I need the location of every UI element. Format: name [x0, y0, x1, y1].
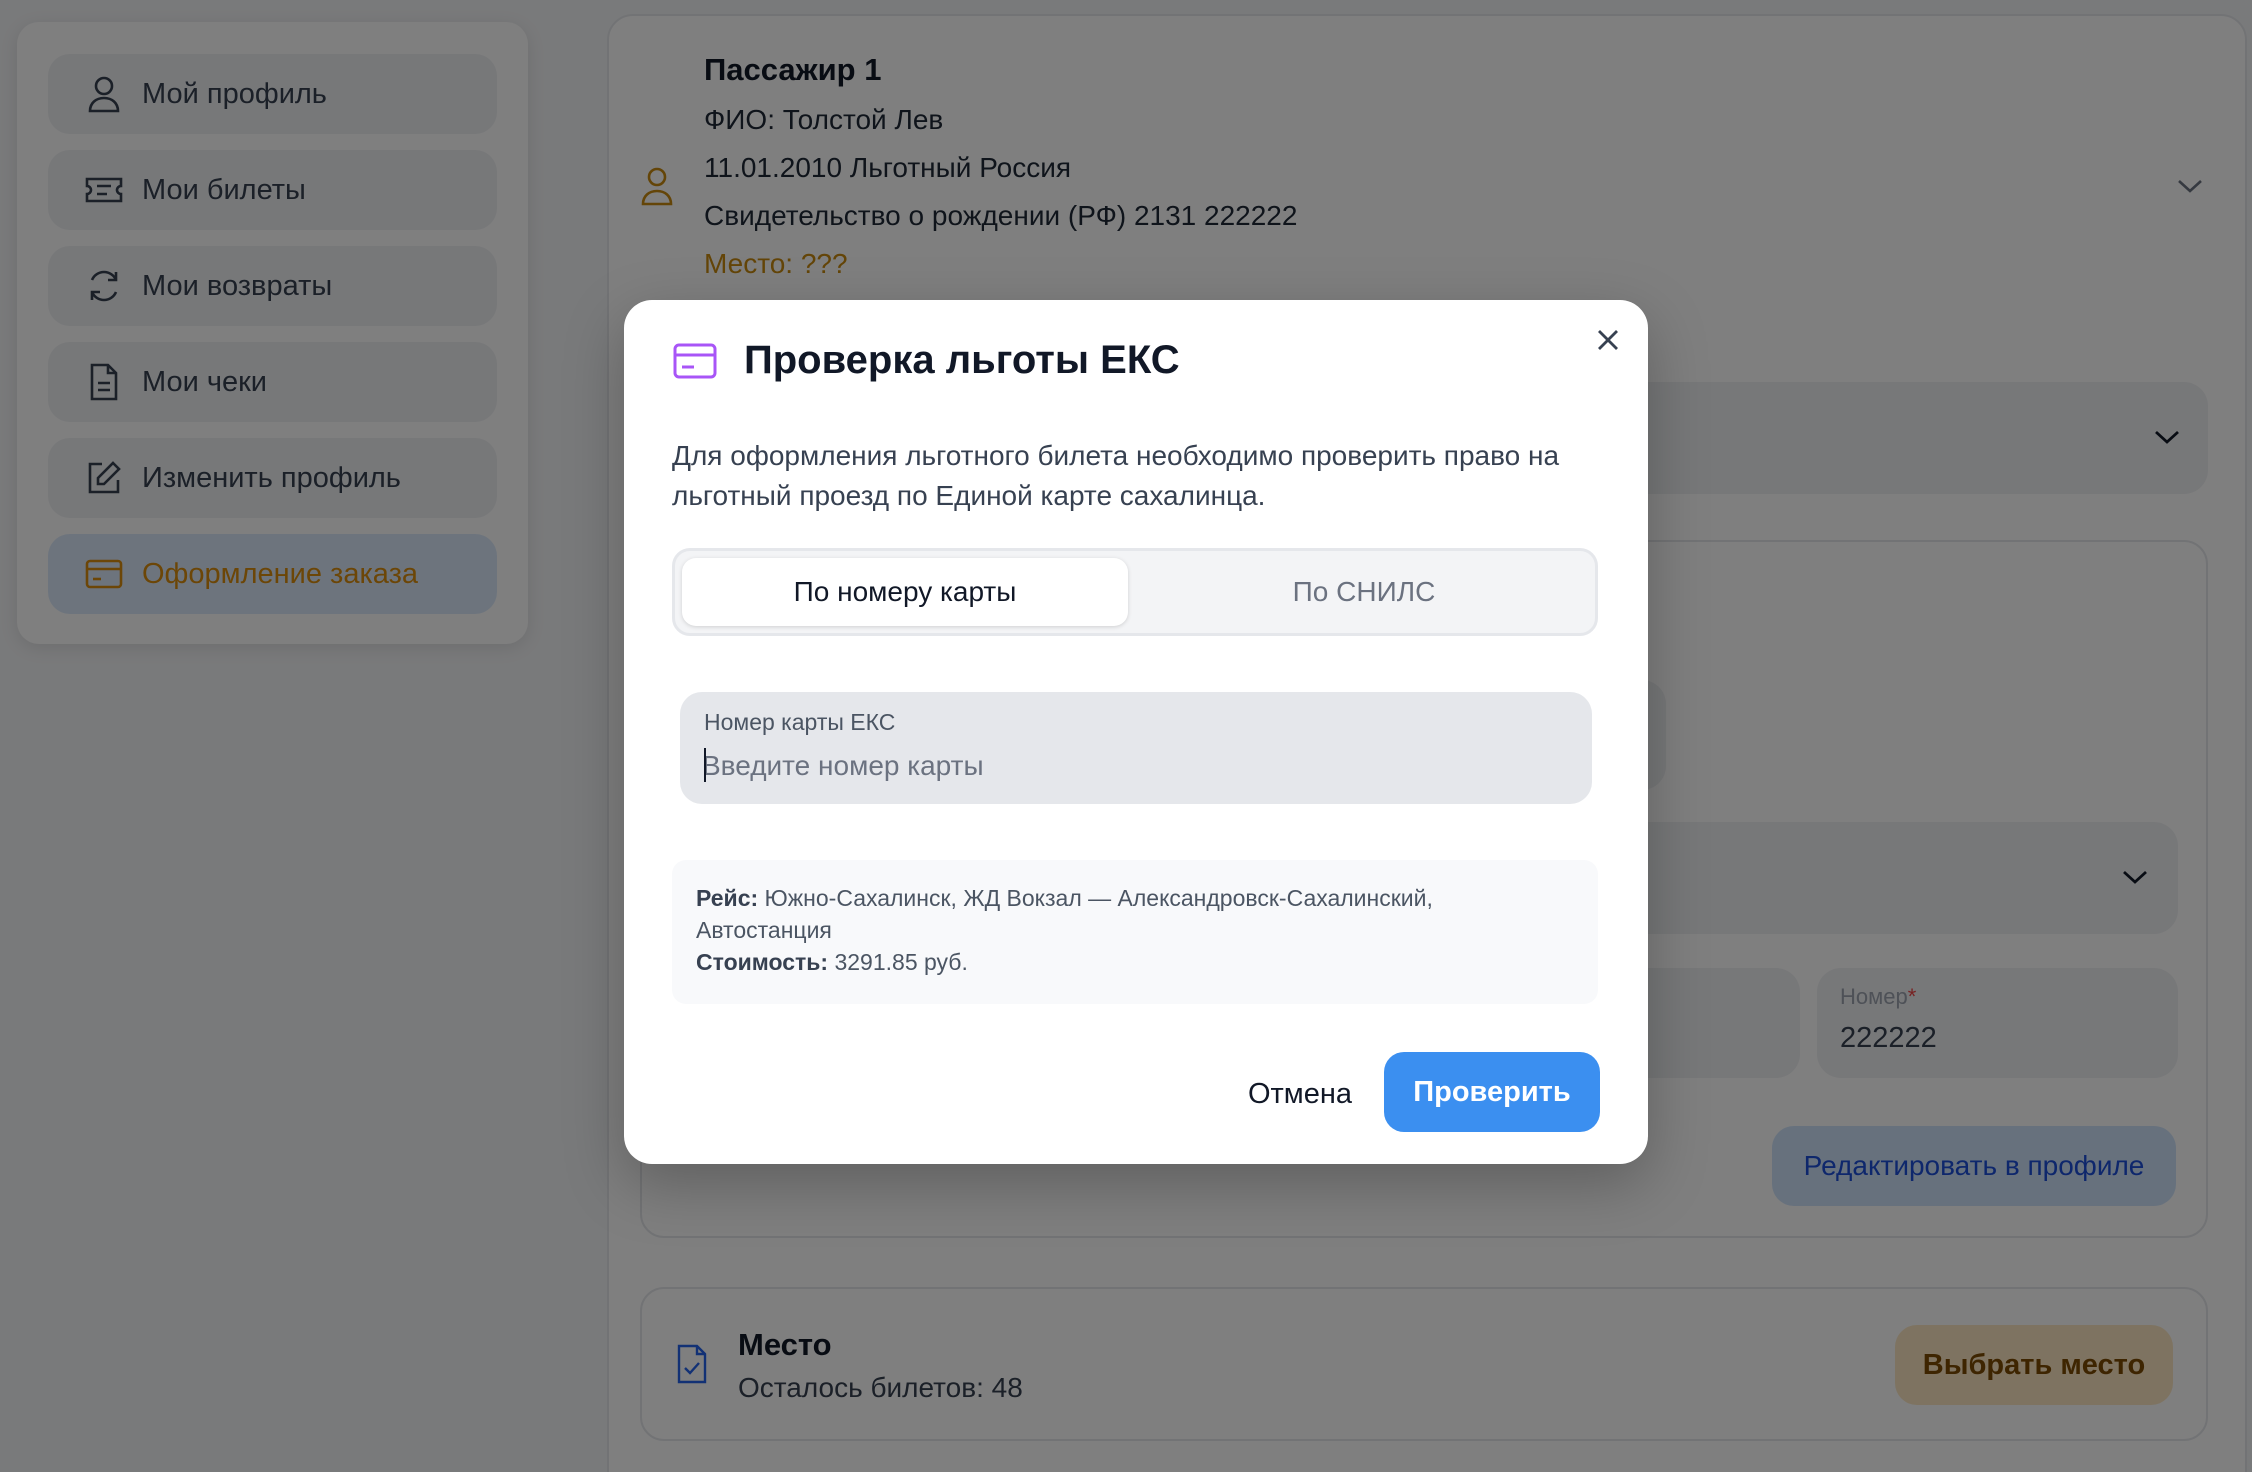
tab-by-snils[interactable]: По СНИЛС — [1141, 558, 1587, 626]
eks-benefit-check-modal: Проверка льготы ЕКС Для оформления льгот… — [624, 300, 1648, 1164]
eks-card-number-field[interactable]: Номер карты ЕКС — [680, 692, 1592, 804]
check-method-tabs: По номеру карты По СНИЛС — [672, 548, 1598, 636]
route-line-continued: Автостанция — [696, 917, 832, 943]
modal-title: Проверка льготы ЕКС — [744, 338, 1180, 382]
eks-card-number-input[interactable] — [702, 744, 1562, 788]
modal-description: Для оформления льготного билета необходи… — [672, 440, 1560, 511]
cost-line: Стоимость: 3291.85 руб. — [696, 949, 968, 975]
close-icon[interactable] — [1594, 326, 1622, 354]
route-line: Рейс: Южно-Сахалинск, ЖД Вокзал — Алекса… — [696, 885, 1433, 911]
cancel-button[interactable]: Отмена — [1220, 1054, 1380, 1134]
check-button[interactable]: Проверить — [1384, 1052, 1600, 1132]
eks-card-number-label: Номер карты ЕКС — [704, 709, 896, 735]
tab-by-card-number[interactable]: По номеру карты — [682, 558, 1128, 626]
text-cursor — [704, 748, 706, 782]
trip-info-box: Рейс: Южно-Сахалинск, ЖД Вокзал — Алекса… — [672, 860, 1598, 1004]
credit-card-icon — [672, 342, 718, 380]
